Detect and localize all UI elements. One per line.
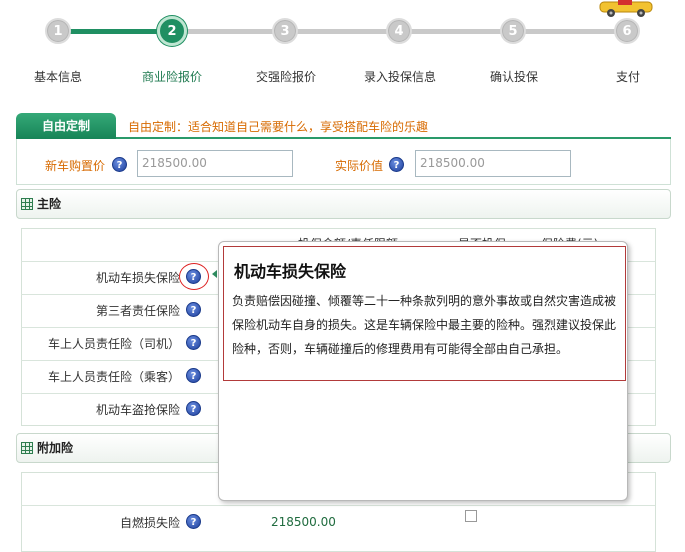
main-insurance-header: 主险	[16, 189, 671, 219]
tooltip-title: 机动车损失保险	[234, 262, 347, 281]
row-theft: 机动车盗抢保险	[95, 403, 180, 417]
step-6-label: 支付	[615, 70, 640, 84]
question-icon[interactable]: ?	[186, 335, 201, 350]
step-3-label: 交强险报价	[255, 70, 316, 84]
step-6-number: 6	[622, 23, 632, 39]
grid-icon	[21, 198, 33, 210]
row-passenger-liability: 车上人员责任险（乘客）	[47, 370, 180, 384]
new-car-price-input[interactable]: 218500.00	[137, 150, 293, 177]
tooltip-content-box: 机动车损失保险 负责赔偿因碰撞、倾覆等二十一种条款列明的意外事故或自然灾害造成被…	[223, 246, 626, 381]
tooltip-arrow-icon	[212, 270, 217, 278]
tooltip-popup: 机动车损失保险 负责赔偿因碰撞、倾覆等二十一种条款列明的意外事故或自然灾害造成被…	[218, 241, 628, 501]
row-third-party: 第三者责任保险	[95, 304, 180, 318]
row-driver-liability: 车上人员责任险（司机）	[47, 337, 180, 351]
actual-value-input[interactable]: 218500.00	[415, 150, 571, 177]
row-vehicle-damage: 机动车损失保险	[95, 271, 180, 285]
step-5-label: 确认投保	[489, 70, 538, 84]
step-2-label: 商业险报价	[141, 70, 202, 84]
tab-description: 自由定制：适合知道自己需要什么，享受搭配车险的乐趣	[128, 120, 429, 134]
step-4-circle: 4	[386, 18, 412, 44]
step-1-circle: 1	[45, 18, 71, 44]
grid-icon	[21, 442, 33, 454]
step-3-number: 3	[280, 23, 290, 39]
step-6-circle: 6	[614, 18, 640, 44]
question-icon[interactable]: ?	[186, 401, 201, 416]
question-icon[interactable]: ?	[186, 368, 201, 383]
step-1-number: 1	[53, 23, 63, 39]
step-5-number: 5	[508, 23, 518, 39]
step-2-circle: 2	[157, 16, 187, 46]
step-5-circle: 5	[500, 18, 526, 44]
question-icon[interactable]: ?	[389, 157, 404, 172]
step-2-number: 2	[167, 23, 177, 39]
new-car-price-label: 新车购置价	[45, 159, 106, 173]
car-icon	[599, 0, 653, 17]
addon-insurance-title: 附加险	[37, 441, 74, 455]
row-divider	[21, 505, 655, 506]
progress-track-done	[58, 29, 172, 34]
question-icon[interactable]: ?	[112, 157, 127, 172]
question-icon[interactable]: ?	[186, 514, 201, 529]
main-insurance-title: 主险	[37, 197, 62, 211]
step-3-circle: 3	[272, 18, 298, 44]
step-4-number: 4	[394, 23, 404, 39]
actual-value-label: 实际价值	[335, 159, 384, 173]
question-icon[interactable]: ?	[186, 302, 201, 317]
tab-custom[interactable]: 自由定制	[16, 113, 116, 139]
step-4-label: 录入投保信息	[363, 70, 436, 84]
highlight-circle	[179, 263, 209, 290]
tooltip-body: 负责赔偿因碰撞、倾覆等二十一种条款列明的意外事故或自然灾害造成被保险机动车自身的…	[232, 294, 617, 356]
spontaneous-combustion-amount: 218500.00	[271, 515, 336, 529]
spontaneous-combustion-checkbox[interactable]	[465, 510, 477, 522]
step-1-label: 基本信息	[33, 70, 82, 84]
row-spontaneous-combustion: 自燃损失险	[119, 516, 180, 530]
